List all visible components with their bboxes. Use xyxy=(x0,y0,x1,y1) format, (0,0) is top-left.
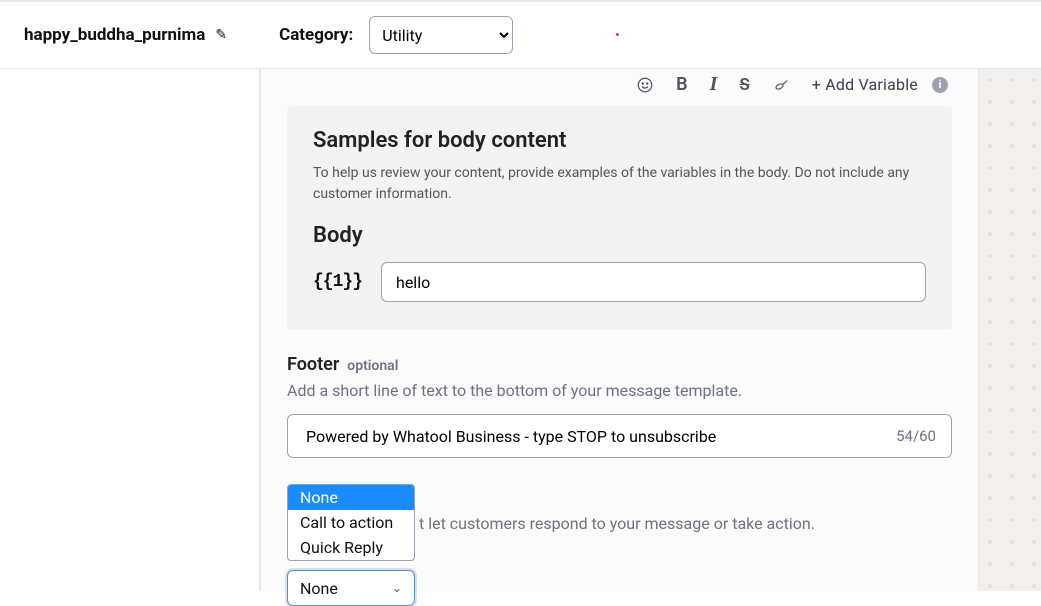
info-icon[interactable]: i xyxy=(932,77,948,93)
dropdown-option-calltoaction[interactable]: Call to action xyxy=(288,510,414,535)
category-label: Category: xyxy=(279,25,353,45)
content-column: B I S + Add Variable i Samples for body … xyxy=(260,69,979,591)
category-select[interactable]: Utility xyxy=(369,16,513,54)
buttons-select[interactable]: None ⌄ xyxy=(287,570,415,606)
dropdown-option-quickreply[interactable]: Quick Reply xyxy=(288,535,414,560)
body-label: Body xyxy=(313,223,926,248)
code-icon[interactable] xyxy=(772,76,790,94)
dropdown-option-none[interactable]: None xyxy=(288,485,414,510)
edit-icon[interactable]: ✎ xyxy=(215,27,227,43)
emoji-icon[interactable] xyxy=(636,76,654,94)
variable-tag-1: {{1}} xyxy=(313,272,363,292)
samples-box: Samples for body content To help us revi… xyxy=(287,106,952,330)
strike-icon[interactable]: S xyxy=(739,75,749,95)
content-wrap: B I S + Add Variable i Samples for body … xyxy=(0,69,1041,591)
add-variable-button[interactable]: + Add Variable xyxy=(812,75,918,94)
body-row: {{1}} xyxy=(313,262,926,302)
buttons-select-value: None xyxy=(300,579,338,598)
buttons-section: None Call to action Quick Reply None ⌄ t… xyxy=(287,482,952,533)
editor-toolbar: B I S + Add Variable i xyxy=(287,69,952,106)
footer-section: Footer optional Add a short line of text… xyxy=(287,354,952,458)
left-gutter xyxy=(0,69,260,591)
footer-input[interactable] xyxy=(287,414,952,458)
top-bar: happy_buddha_purnima ✎ Category: Utility… xyxy=(0,0,1041,69)
footer-title: Footer xyxy=(287,354,339,375)
required-indicator: • xyxy=(615,28,619,42)
preview-pattern xyxy=(979,69,1041,591)
footer-desc: Add a short line of text to the bottom o… xyxy=(287,381,952,400)
italic-icon[interactable]: I xyxy=(710,73,718,96)
footer-optional: optional xyxy=(347,358,398,374)
variable-1-input[interactable] xyxy=(381,262,926,302)
samples-title: Samples for body content xyxy=(313,128,926,153)
chevron-down-icon: ⌄ xyxy=(392,581,402,595)
bold-icon[interactable]: B xyxy=(676,74,687,95)
samples-desc: To help us review your content, provide … xyxy=(313,163,926,205)
template-name: happy_buddha_purnima xyxy=(24,25,205,45)
buttons-dropdown-list[interactable]: None Call to action Quick Reply xyxy=(287,484,415,561)
footer-char-count: 54/60 xyxy=(896,427,936,445)
